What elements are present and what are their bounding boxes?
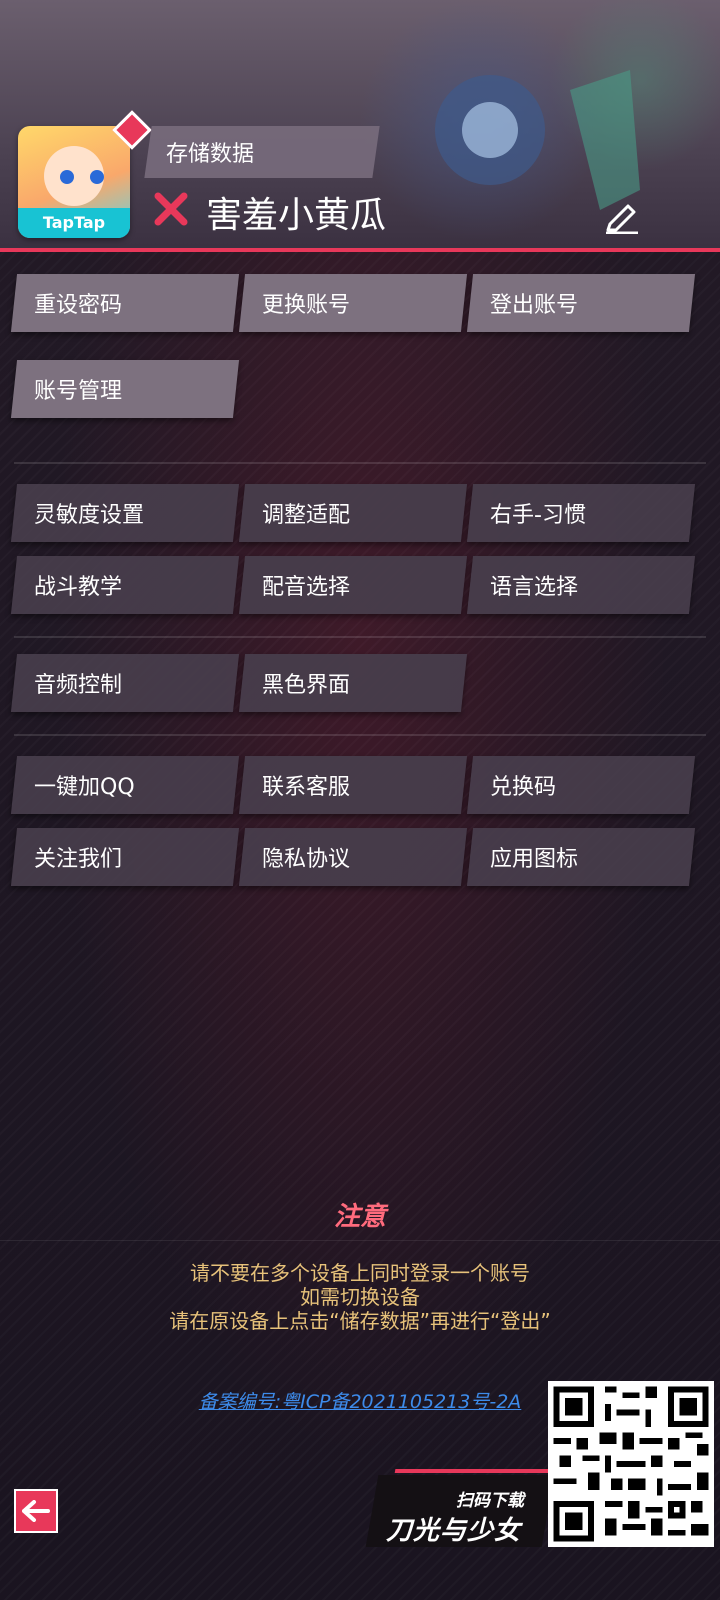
qr-code-icon (548, 1381, 714, 1547)
app-icon-button[interactable]: 应用图标 (466, 828, 696, 886)
avatar-eye-left (60, 170, 74, 184)
redeem-code-label: 兑换码 (490, 775, 557, 800)
follow-us-label: 关注我们 (34, 847, 123, 872)
privacy-policy-label: 隐私协议 (262, 847, 351, 872)
game-title-logo: 刀光与少女 (386, 1516, 522, 1546)
avatar-eye-right (90, 170, 104, 184)
adjust-layout-label: 调整适配 (262, 503, 351, 528)
handedness-label: 右手-习惯 (490, 503, 586, 528)
account-management-button[interactable]: 账号管理 (10, 360, 240, 418)
section-divider (14, 636, 706, 638)
audio-control-button[interactable]: 音频控制 (10, 654, 240, 712)
save-data-button[interactable]: 存储数据 (144, 126, 380, 178)
reset-password-label: 重设密码 (34, 293, 123, 318)
switch-account-button[interactable]: 更换账号 (238, 274, 468, 332)
reset-password-button[interactable]: 重设密码 (10, 274, 240, 332)
dark-interface-button[interactable]: 黑色界面 (238, 654, 468, 712)
notice-divider (0, 1240, 720, 1241)
language-selection-label: 语言选择 (490, 575, 579, 600)
combat-tutorial-label: 战斗教学 (34, 575, 123, 600)
combat-tutorial-button[interactable]: 战斗教学 (10, 556, 240, 614)
icp-record-link[interactable]: 备案编号:粤ICP备2021105213号-2A (160, 1387, 560, 1414)
handedness-button[interactable]: 右手-习惯 (466, 484, 696, 542)
voice-selection-button[interactable]: 配音选择 (238, 556, 468, 614)
close-x-icon (154, 192, 188, 226)
profile-header: TapTap 存储数据 害羞小黄瓜 (0, 0, 720, 252)
contact-support-label: 联系客服 (262, 775, 351, 800)
app-icon-label: 应用图标 (490, 847, 579, 872)
switch-account-label: 更换账号 (262, 293, 351, 318)
logout-button[interactable]: 登出账号 (466, 274, 696, 332)
edit-pencil-icon[interactable] (604, 198, 640, 234)
player-nickname: 害羞小黄瓜 (206, 195, 387, 236)
follow-us-button[interactable]: 关注我们 (10, 828, 240, 886)
notice-title: 注意 (333, 1202, 386, 1232)
sensitivity-settings-label: 灵敏度设置 (34, 503, 145, 528)
redeem-code-button[interactable]: 兑换码 (466, 756, 696, 814)
join-qq-button[interactable]: 一键加QQ (10, 756, 240, 814)
adjust-layout-button[interactable]: 调整适配 (238, 484, 468, 542)
scan-download-label: 扫码下载 (456, 1491, 524, 1511)
logout-label: 登出账号 (490, 293, 579, 318)
avatar[interactable]: TapTap (18, 126, 130, 238)
dark-interface-label: 黑色界面 (262, 673, 351, 698)
section-divider (14, 462, 706, 464)
avatar-taptap-tag: TapTap (18, 208, 130, 238)
sensitivity-settings-button[interactable]: 灵敏度设置 (10, 484, 240, 542)
back-button[interactable] (14, 1489, 58, 1533)
save-data-label: 存储数据 (166, 142, 255, 167)
contact-support-button[interactable]: 联系客服 (238, 756, 468, 814)
section-divider (14, 734, 706, 736)
join-qq-label: 一键加QQ (34, 775, 135, 800)
audio-control-label: 音频控制 (34, 673, 123, 698)
account-management-label: 账号管理 (34, 379, 123, 404)
voice-selection-label: 配音选择 (262, 575, 351, 600)
language-selection-button[interactable]: 语言选择 (466, 556, 696, 614)
privacy-policy-button[interactable]: 隐私协议 (238, 828, 468, 886)
notice-line-3: 请在原设备上点击“储存数据”再进行“登出” (169, 1309, 551, 1333)
back-arrow-icon (22, 1500, 50, 1522)
